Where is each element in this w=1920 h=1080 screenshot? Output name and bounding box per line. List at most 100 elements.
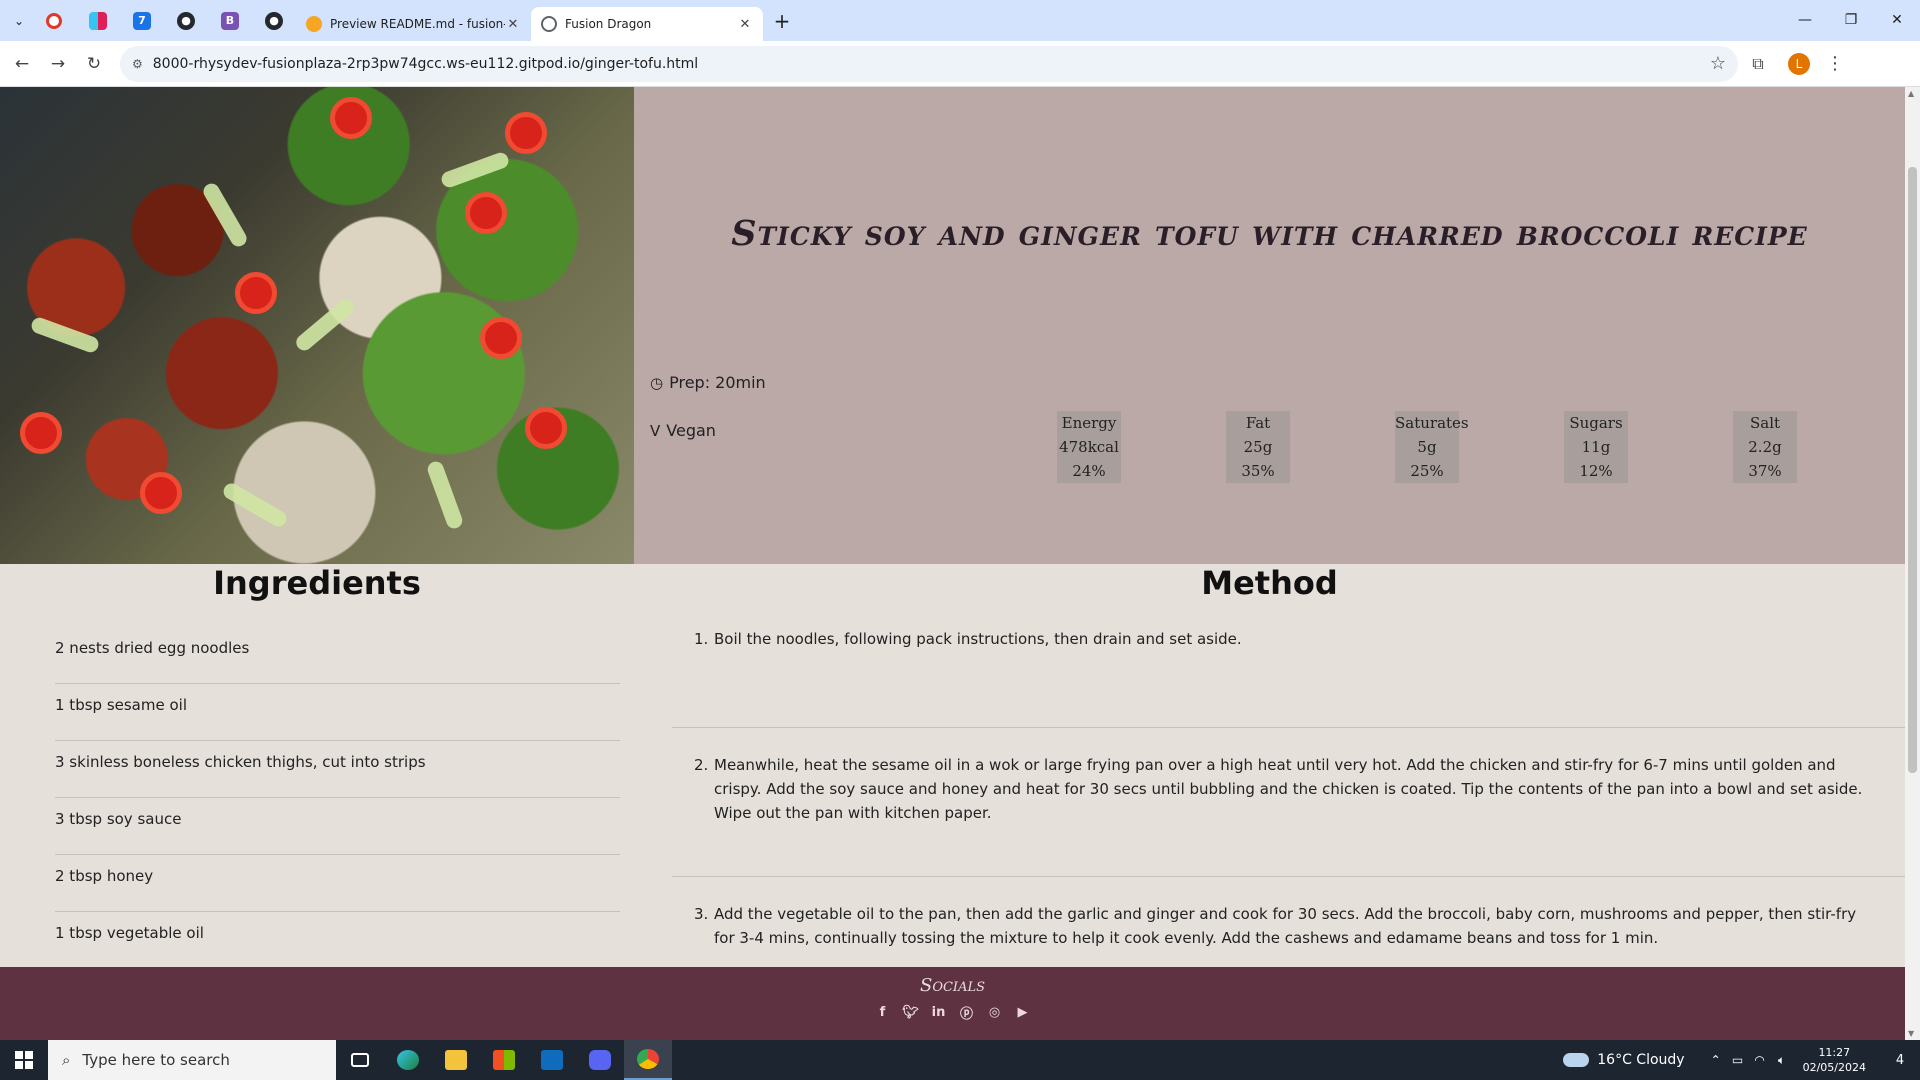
ingredients-list: 2 nests dried egg noodles 1 tbsp sesame … <box>55 627 620 969</box>
tab-search-chevron-icon[interactable]: ⌄ <box>6 8 32 34</box>
nutrition-amount: 25g <box>1243 438 1273 456</box>
social-icons: f 🐦︎ in ⓟ ◎ ▶ <box>0 1003 1905 1022</box>
cloud-icon <box>1563 1053 1590 1067</box>
weather-widget[interactable]: 16°C Cloudy <box>1563 1052 1685 1068</box>
close-tab-icon[interactable]: ✕ <box>505 17 521 32</box>
facebook-icon[interactable]: f <box>874 1003 892 1021</box>
nutrition-percent: 24% <box>1072 462 1106 480</box>
new-tab-button[interactable]: + <box>767 6 797 36</box>
opera-icon <box>46 12 62 29</box>
edge-icon[interactable] <box>384 1040 432 1080</box>
windows-taskbar: ⌕ Type here to search 16°C Cloudy ⌃ ▭ ◠ … <box>0 1040 1920 1080</box>
profile-avatar[interactable]: L <box>1788 52 1810 75</box>
nutrition-label: Energy <box>1061 414 1117 432</box>
address-bar[interactable]: ⚙ 8000-rhysydev-fusionplaza-2rp3pw74gcc.… <box>120 45 1738 82</box>
nutrition-label: Salt <box>1749 414 1781 432</box>
step-text: Meanwhile, heat the sesame oil in a wok … <box>714 756 1863 822</box>
pinned-tab-calendar[interactable]: 7 <box>120 4 164 38</box>
list-item: 2 tbsp honey <box>55 855 620 912</box>
method-step: 2. Meanwhile, heat the sesame oil in a w… <box>672 728 1905 877</box>
minimize-icon[interactable]: — <box>1782 0 1828 40</box>
prep-time: ◷ Prep: 20min <box>650 373 766 392</box>
socials-heading: Socials <box>920 975 985 996</box>
recipe-image <box>0 87 634 564</box>
list-item: 3 skinless boneless chicken thighs, cut … <box>55 741 620 798</box>
reload-icon[interactable]: ↻ <box>76 46 112 82</box>
nutrition-energy: Energy 478kcal 24% <box>1057 411 1121 483</box>
nutrition-label: Fat <box>1245 414 1271 432</box>
nutrition-percent: 12% <box>1579 462 1613 480</box>
pinterest-icon[interactable]: ⓟ <box>958 1003 976 1022</box>
ingredients-heading: Ingredients <box>213 564 421 602</box>
close-window-icon[interactable]: ✕ <box>1874 0 1920 40</box>
bookmark-star-icon[interactable]: ☆ <box>1710 53 1726 74</box>
pinned-tab-slack[interactable] <box>76 4 120 38</box>
taskbar-search-input[interactable]: ⌕ Type here to search <box>48 1040 336 1080</box>
tab-readme-preview[interactable]: Preview README.md - fusion-p ✕ <box>296 7 531 41</box>
discord-icon[interactable] <box>576 1040 624 1080</box>
list-item: 1 tbsp vegetable oil <box>55 912 620 969</box>
bootstrap-icon: B <box>221 11 239 30</box>
calendar-icon: 7 <box>133 11 151 30</box>
tab-strip: ⌄ 7 ● B ● Preview README.md - fusion-p ✕… <box>0 0 1920 41</box>
extensions-icon[interactable]: ⧉ <box>1738 54 1778 74</box>
file-explorer-icon[interactable] <box>432 1040 480 1080</box>
scrollbar-thumb[interactable] <box>1908 167 1917 773</box>
nutrition-amount: 11g <box>1581 438 1611 456</box>
microsoft-store-icon[interactable] <box>480 1040 528 1080</box>
list-item: 2 nests dried egg noodles <box>55 627 620 684</box>
pinned-tab-github-2[interactable]: ● <box>252 4 296 38</box>
system-tray: 16°C Cloudy ⌃ ▭ ◠ 🔈︎ 11:27 02/05/2024 4 <box>1563 1040 1920 1080</box>
clock-date: 02/05/2024 <box>1802 1061 1866 1074</box>
vegan-v-icon: V <box>650 421 661 440</box>
search-icon: ⌕ <box>62 1051 71 1069</box>
twitter-icon[interactable]: 🐦︎ <box>902 1003 920 1021</box>
close-tab-icon[interactable]: ✕ <box>737 17 753 32</box>
restore-icon[interactable]: ❐ <box>1828 0 1874 40</box>
clock[interactable]: 11:27 02/05/2024 <box>1803 1045 1866 1075</box>
mail-icon[interactable] <box>528 1040 576 1080</box>
page-scrollbar[interactable]: ▲ ▼ <box>1905 87 1920 1040</box>
pinned-tab-bootstrap[interactable]: B <box>208 4 252 38</box>
notification-count: 4 <box>1895 1052 1905 1068</box>
method-list: 1. Boil the noodles, following pack inst… <box>672 627 1905 950</box>
scroll-down-icon[interactable]: ▼ <box>1908 1029 1914 1038</box>
notification-center-icon[interactable]: 4 <box>1880 1053 1920 1068</box>
site-footer: Socials f 🐦︎ in ⓟ ◎ ▶ <box>0 967 1905 1040</box>
github-icon: ● <box>265 11 283 30</box>
scroll-up-icon[interactable]: ▲ <box>1908 89 1914 98</box>
pinned-tab-github[interactable]: ● <box>164 4 208 38</box>
volume-icon[interactable]: 🔈︎ <box>1771 1053 1793 1068</box>
nutrition-sugars: Sugars 11g 12% <box>1564 411 1628 483</box>
forward-icon[interactable]: → <box>40 46 76 82</box>
menu-dots-icon[interactable]: ⋮ <box>1820 53 1850 74</box>
browser-toolbar: ← → ↻ ⚙ 8000-rhysydev-fusionplaza-2rp3pw… <box>0 41 1920 87</box>
task-view-icon[interactable] <box>336 1040 384 1080</box>
nutrition-label: Sugars <box>1569 414 1623 432</box>
clock-icon: ◷ <box>650 373 664 392</box>
youtube-icon[interactable]: ▶ <box>1014 1003 1032 1021</box>
recipe-hero: Sticky soy and ginger tofu with charred … <box>0 87 1905 564</box>
nutrition-amount: 5g <box>1417 438 1437 456</box>
list-item: 1 tbsp sesame oil <box>55 684 620 741</box>
step-number: 2. <box>694 756 709 774</box>
chevron-up-icon[interactable]: ⌃ <box>1705 1053 1727 1067</box>
pinned-tab-opera[interactable] <box>32 4 76 38</box>
nutrition-label: Saturates <box>1395 414 1469 432</box>
diet-tag: V Vegan <box>650 421 716 440</box>
meet-now-icon[interactable]: ▭ <box>1727 1053 1749 1067</box>
back-icon[interactable]: ← <box>4 46 40 82</box>
network-icon[interactable]: ◠ <box>1749 1053 1771 1067</box>
linkedin-icon[interactable]: in <box>930 1003 948 1021</box>
nutrition-saturates: Saturates 5g 25% <box>1395 411 1469 483</box>
nutrition-percent: 25% <box>1410 462 1444 480</box>
globe-icon <box>541 16 557 32</box>
chrome-icon[interactable] <box>624 1040 672 1080</box>
tab-fusion-dragon[interactable]: Fusion Dragon ✕ <box>531 7 763 41</box>
step-text: Boil the noodles, following pack instruc… <box>714 630 1242 648</box>
windows-start-icon[interactable] <box>0 1040 48 1080</box>
nutrition-percent: 37% <box>1748 462 1782 480</box>
site-settings-icon[interactable]: ⚙ <box>132 57 143 71</box>
weather-text: 16°C Cloudy <box>1597 1052 1685 1068</box>
instagram-icon[interactable]: ◎ <box>986 1003 1004 1021</box>
